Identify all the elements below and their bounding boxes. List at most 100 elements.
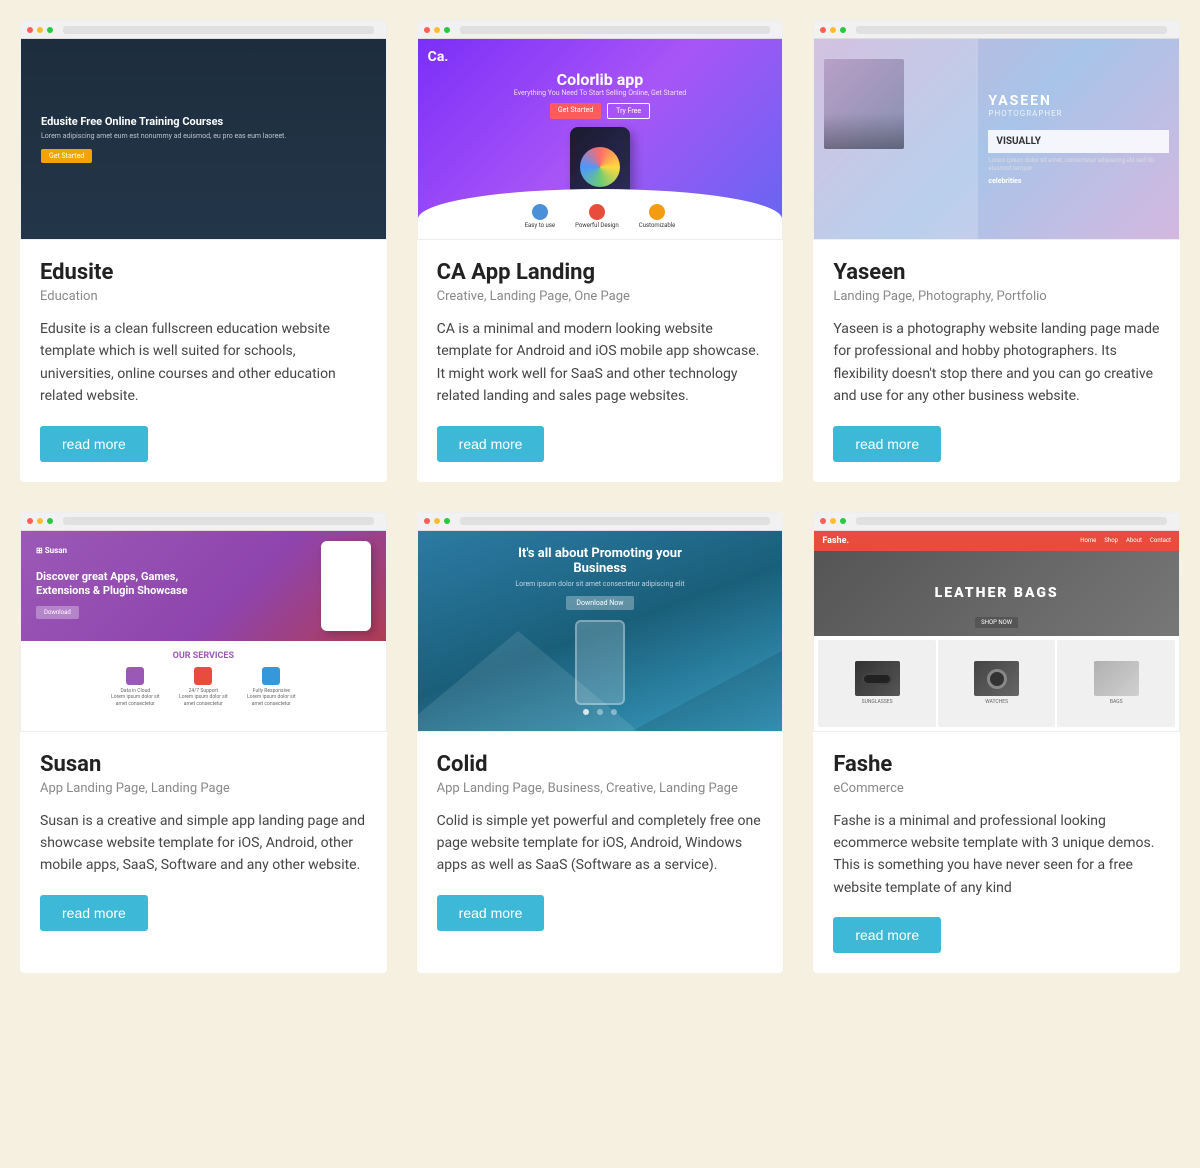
card-colid: It's all about Promoting yourBusiness Lo… [417,512,784,974]
ca-features: Easy to use Powerful Design Customizable [525,204,676,229]
ca-feature-label-2: Powerful Design [575,222,619,229]
susan-services-title: OUR SERVICES [31,651,376,661]
card-image-susan: ⊞ Susan Discover great Apps, Games,Exten… [20,512,387,732]
susan-description: Susan is a creative and simple app landi… [40,810,367,877]
fashe-product-label-2: WATCHES [985,699,1008,705]
susan-service-text-1: Data in CloudLorem ipsum dolor sit amet … [105,688,165,708]
fashe-nav-shop: Shop [1104,537,1118,544]
screenshot-edusite: Edusite Free Online Training Courses Lor… [21,39,386,239]
colid-dot-3 [611,709,617,715]
dot-green-6 [840,518,846,524]
fashe-product-sunglasses: SUNGLASSES [818,640,936,727]
screenshot-yaseen: YASEEN PHOTOGRAPHER VISUALLY Lorem ipsum… [814,39,1179,239]
susan-title: Susan [40,752,367,777]
edusite-preview-text: Lorem adipiscing amet eum est nonummy ad… [41,132,366,142]
fashe-description: Fashe is a minimal and professional look… [833,810,1160,900]
sunglasses-shape [862,673,892,685]
ca-read-more[interactable]: read more [437,426,545,462]
fashe-preview: Fashe. Home Shop About Contact LEATHER B… [814,531,1179,731]
fashe-watch-img [974,661,1019,696]
card-image-ca: Ca. Colorlib app Everything You Need To … [417,20,784,240]
dot-red-6 [820,518,826,524]
colid-preview-btn: Download Now [566,596,633,610]
susan-service-icon-3 [262,667,280,685]
fashe-product-bags: BAGS [1057,640,1175,727]
screenshot-ca: Ca. Colorlib app Everything You Need To … [418,39,783,239]
ca-tags: Creative, Landing Page, One Page [437,289,764,304]
dot-red-5 [424,518,430,524]
colid-title: Colid [437,752,764,777]
susan-preview-bottom: OUR SERVICES Data in CloudLorem ipsum do… [21,641,386,731]
ca-feature-2: Powerful Design [575,204,619,229]
dot-green-4 [47,518,53,524]
ca-preview-btns: Get Started Try Free [550,103,650,119]
susan-read-more[interactable]: read more [40,895,148,931]
susan-preview-logo: ⊞ Susan [36,546,67,555]
card-yaseen: YASEEN PHOTOGRAPHER VISUALLY Lorem ipsum… [813,20,1180,482]
ca-btn-secondary: Try Free [607,103,650,119]
url-bar-1 [63,26,374,34]
card-content-edusite: Edusite Education Edusite is a clean ful… [20,240,387,482]
yaseen-visually-box: VISUALLY [988,130,1169,153]
fashe-bags-img [1094,661,1139,696]
colid-dot-1 [583,709,589,715]
yaseen-preview-photo [824,59,904,149]
edusite-preview-btn: Get Started [41,149,92,163]
dot-yellow-1 [37,27,43,33]
susan-preview-phone [321,541,371,631]
card-fashe: Fashe. Home Shop About Contact LEATHER B… [813,512,1180,974]
card-image-edusite: Edusite Free Online Training Courses Lor… [20,20,387,240]
edusite-preview: Edusite Free Online Training Courses Lor… [21,39,386,239]
ca-btn-primary: Get Started [550,103,601,119]
browser-bar-3 [814,21,1179,39]
dot-yellow-2 [434,27,440,33]
card-image-colid: It's all about Promoting yourBusiness Lo… [417,512,784,732]
ca-feature-icon-3 [649,204,665,220]
card-content-susan: Susan App Landing Page, Landing Page Sus… [20,732,387,951]
susan-tags: App Landing Page, Landing Page [40,781,367,796]
dot-green-5 [444,518,450,524]
susan-preview-btn: Download [36,606,79,619]
ca-preview-headline: Colorlib app [557,70,644,89]
card-susan: ⊞ Susan Discover great Apps, Games,Exten… [20,512,387,974]
susan-service-text-3: Fully ResponsiveLorem ipsum dolor sit am… [241,688,301,708]
yaseen-read-more[interactable]: read more [833,426,941,462]
colid-read-more[interactable]: read more [437,895,545,931]
yaseen-preview-title: YASEEN [988,93,1169,109]
fashe-product-label-3: BAGS [1110,699,1123,705]
screenshot-colid: It's all about Promoting yourBusiness Lo… [418,531,783,731]
susan-service-icon-1 [126,667,144,685]
fashe-shop-btn: SHOP NOW [975,617,1018,628]
dot-yellow-3 [830,27,836,33]
fashe-nav-about: About [1126,537,1142,544]
card-content-ca: CA App Landing Creative, Landing Page, O… [417,240,784,482]
screenshot-susan: ⊞ Susan Discover great Apps, Games,Exten… [21,531,386,731]
url-bar-4 [63,517,374,525]
yaseen-preview: YASEEN PHOTOGRAPHER VISUALLY Lorem ipsum… [814,39,1179,239]
dot-yellow-6 [830,518,836,524]
fashe-product-label-1: SUNGLASSES [862,699,893,705]
fashe-products: SUNGLASSES WATCHES BAGS [814,636,1179,731]
colid-tags: App Landing Page, Business, Creative, La… [437,781,764,796]
yaseen-tags: Landing Page, Photography, Portfolio [833,289,1160,304]
edusite-tags: Education [40,289,367,304]
card-edusite: Edusite Free Online Training Courses Lor… [20,20,387,482]
fashe-preview-logo: Fashe. [822,536,849,546]
ca-feature-icon-2 [589,204,605,220]
colid-dot-2 [597,709,603,715]
colid-preview-phone [575,620,625,705]
dot-green-1 [47,27,53,33]
fashe-read-more[interactable]: read more [833,917,941,953]
edusite-title: Edusite [40,260,367,285]
fashe-title: Fashe [833,752,1160,777]
card-image-yaseen: YASEEN PHOTOGRAPHER VISUALLY Lorem ipsum… [813,20,1180,240]
susan-service-1: Data in CloudLorem ipsum dolor sit amet … [105,667,165,708]
colid-preview-headline: It's all about Promoting yourBusiness [518,546,682,576]
template-grid: Edusite Free Online Training Courses Lor… [20,20,1180,973]
url-bar-2 [460,26,771,34]
fashe-nav-contact: Contact [1150,537,1171,544]
fashe-product-watches: WATCHES [938,640,1056,727]
colid-preview-sub: Lorem ipsum dolor sit amet consectetur a… [515,580,684,588]
browser-bar-1 [21,21,386,39]
edusite-read-more[interactable]: read more [40,426,148,462]
